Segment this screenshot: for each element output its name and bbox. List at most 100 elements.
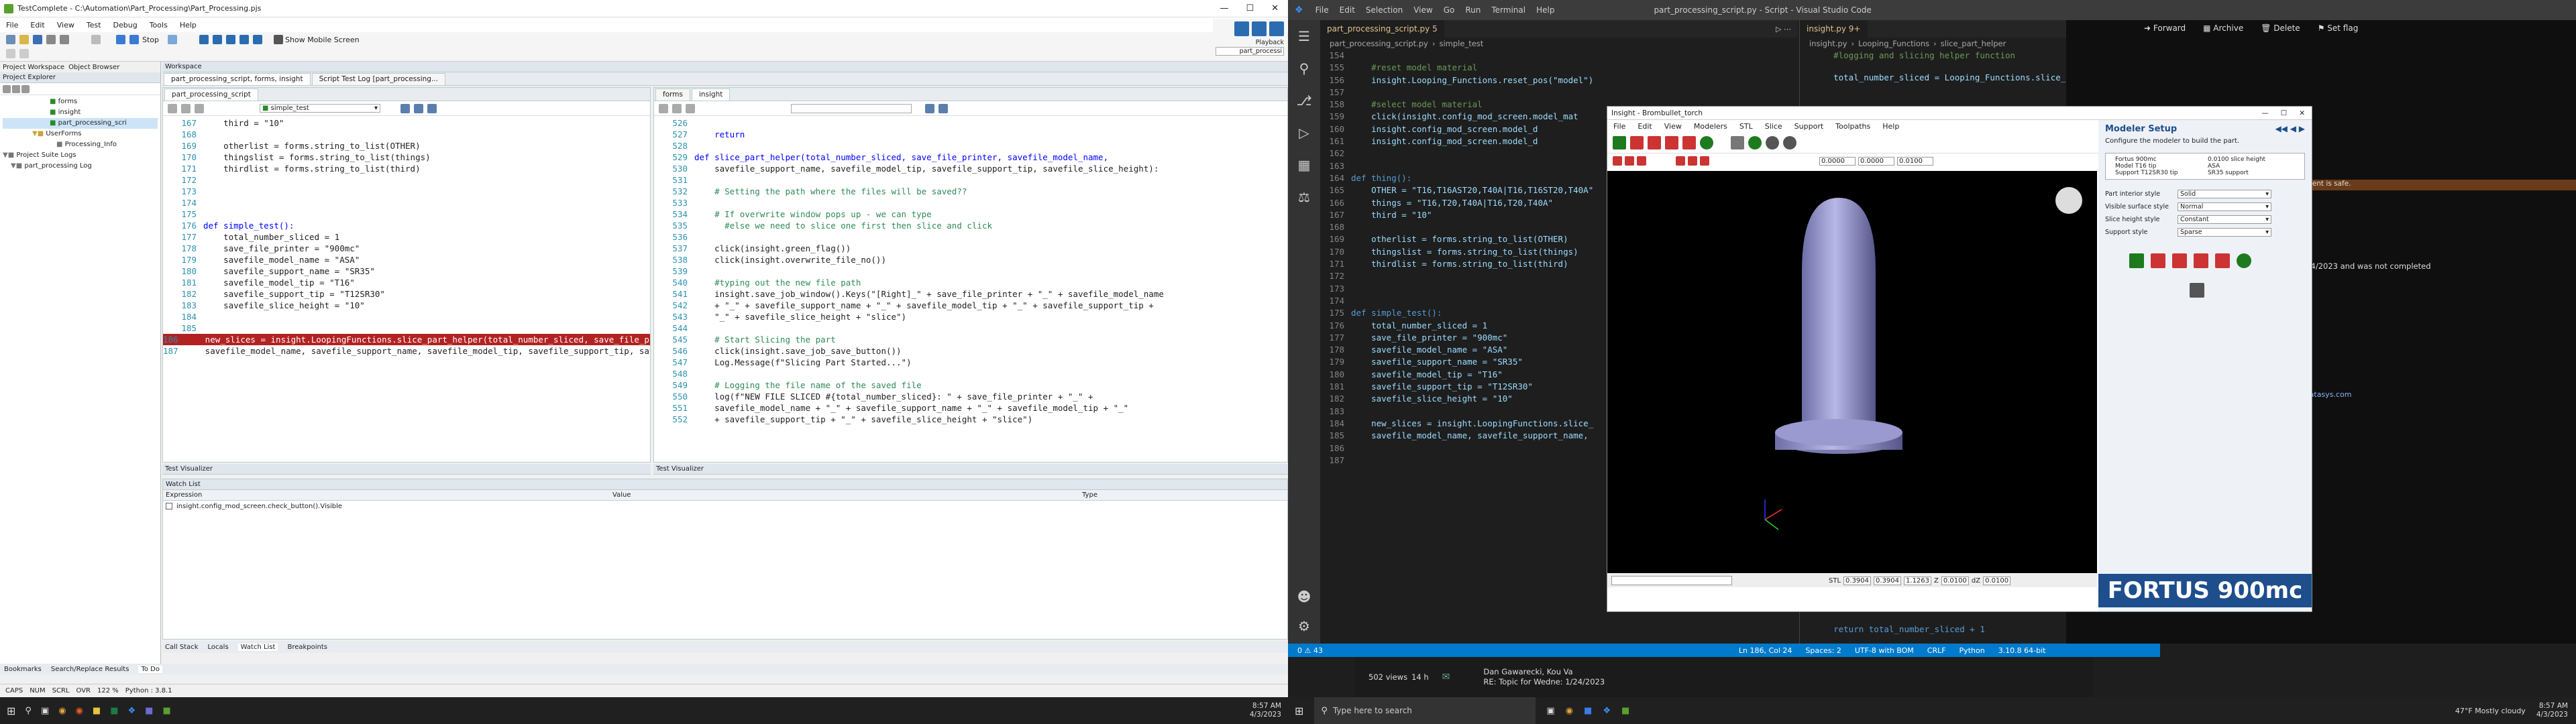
code-line[interactable]: 157 <box>1320 86 1798 99</box>
dz-value[interactable]: 0.0100 <box>1983 576 2011 585</box>
opt-select[interactable]: Solid ▾ <box>2178 190 2271 198</box>
playback-record-icon[interactable] <box>1234 21 1249 36</box>
status-language[interactable]: Python <box>1960 646 1985 655</box>
code-line[interactable]: 530 savefile_support_name, savefile_mode… <box>654 163 1287 174</box>
settings-gear-icon[interactable]: ⚙ <box>1288 611 1320 641</box>
green-flag-icon[interactable] <box>1613 135 1626 149</box>
step-into-icon[interactable] <box>213 35 223 44</box>
run-debug-icon[interactable]: ▷ <box>1288 117 1320 149</box>
chrome-icon[interactable]: ◉ <box>58 706 66 716</box>
opt-select[interactable]: Constant ▾ <box>2178 215 2271 224</box>
show-mobile-screen-button[interactable]: Show Mobile Screen <box>285 36 360 44</box>
menu-view[interactable]: View <box>51 21 80 29</box>
editor-tool-icon[interactable] <box>938 103 948 113</box>
task-view-icon[interactable]: ▣ <box>41 706 49 716</box>
code-line[interactable]: 177 total_number_sliced = 1 <box>163 231 650 243</box>
routine-dropdown-2[interactable] <box>791 103 912 113</box>
account-icon[interactable]: ☻ <box>1288 582 1320 611</box>
explorer-icon[interactable]: ☰ <box>1288 20 1320 52</box>
view-icon[interactable] <box>1748 135 1762 149</box>
pause-icon[interactable] <box>168 35 178 44</box>
code-line[interactable]: 545 # Start Slicing the part <box>654 334 1287 345</box>
menu-file[interactable]: File <box>0 21 24 29</box>
crumb-class[interactable]: Looping_Functions <box>1858 39 1929 48</box>
code-line[interactable]: 155 #reset model material <box>1320 62 1798 74</box>
tab-call-stack[interactable]: Call Stack <box>165 644 199 651</box>
code-line[interactable]: 541 insight.save_job_window().Keys("[Rig… <box>654 288 1287 300</box>
zoom-icon[interactable] <box>1783 135 1796 149</box>
clock-right[interactable]: 8:57 AM 4/3/2023 <box>2536 702 2576 719</box>
code-line[interactable]: 178 save_file_printer = "900mc" <box>163 243 650 254</box>
code-line[interactable]: 540 #typing out the new file path <box>654 277 1287 288</box>
ins-menu-help[interactable]: Help <box>1876 122 1905 131</box>
code-line[interactable]: 173 <box>163 186 650 197</box>
status-eol[interactable]: CRLF <box>1927 646 1946 655</box>
tab-forms[interactable]: forms <box>655 88 690 101</box>
layer-icon[interactable] <box>1613 156 1622 166</box>
ins-menu-stl[interactable]: STL <box>1733 122 1759 131</box>
mail-icon[interactable]: ✉ <box>1442 672 1450 682</box>
vs-menu-go[interactable]: Go <box>1438 5 1460 15</box>
editor-tool-icon[interactable] <box>181 103 191 113</box>
code-line[interactable]: 175 <box>163 208 650 220</box>
forward-button[interactable]: ➜ Forward <box>2144 23 2186 33</box>
code-line[interactable]: 527 return <box>654 129 1287 140</box>
vs-menu-selection[interactable]: Selection <box>1360 5 1408 15</box>
delete-button[interactable]: 🗑 Delete <box>2261 23 2300 33</box>
tab-locals[interactable]: Locals <box>208 644 229 651</box>
editor-tool-icon[interactable] <box>400 103 410 113</box>
clock-left[interactable]: 8:57 AM 4/3/2023 <box>1250 702 1288 719</box>
testing-icon[interactable]: ⚖ <box>1288 181 1320 213</box>
record-icon[interactable] <box>91 35 101 44</box>
code-line[interactable]: 154 <box>1320 50 1798 62</box>
z-value[interactable]: 0.0100 <box>1941 576 1969 585</box>
editor-tool-icon[interactable] <box>414 103 423 113</box>
layer-icon[interactable] <box>1625 156 1634 166</box>
tab-insight[interactable]: insight <box>691 88 731 101</box>
code-line[interactable]: 176 def simple_test(): <box>163 220 650 231</box>
playback-pause-icon[interactable] <box>1252 21 1267 36</box>
open-icon[interactable] <box>19 35 29 44</box>
windows-start-icon[interactable]: ⊞ <box>1295 705 1303 717</box>
tab-object-browser[interactable]: Object Browser <box>68 64 119 71</box>
code-line[interactable]: 184 <box>163 311 650 322</box>
editor-tool-icon[interactable] <box>659 103 668 113</box>
tab-watch-list[interactable]: Watch List <box>237 643 278 651</box>
explorer-tool-icon[interactable] <box>12 84 20 93</box>
code-line[interactable]: 172 <box>163 174 650 186</box>
tab-search-replace[interactable]: Search/Replace Results <box>51 666 129 673</box>
ins-menu-toolpaths[interactable]: Toolpaths <box>1829 122 1876 131</box>
save-icon[interactable] <box>1731 135 1744 149</box>
crumb-function[interactable]: slice_part_helper <box>1941 39 2006 48</box>
vscode-icon[interactable]: ❖ <box>128 706 136 716</box>
editor-tool-icon[interactable] <box>427 103 437 113</box>
archive-button[interactable]: ▦ Archive <box>2203 23 2243 33</box>
breakpoint-icon[interactable] <box>253 35 263 44</box>
layer-icon[interactable] <box>1676 156 1685 166</box>
tab-workspace-log[interactable]: Script Test Log [part_processing... <box>311 73 445 85</box>
code-line[interactable]: 168 <box>163 129 650 140</box>
run-python-icon[interactable]: ▷ ⋯ <box>1776 25 1798 34</box>
tree-item[interactable]: ▼■ part_processing Log <box>3 161 158 172</box>
layer-icon[interactable] <box>1700 156 1709 166</box>
editor-tool-icon[interactable] <box>925 103 934 113</box>
task-view-icon[interactable]: ▣ <box>1546 706 1554 716</box>
excel-icon[interactable]: ■ <box>110 706 118 716</box>
code-line[interactable]: 529 def slice_part_helper(total_number_sl… <box>654 152 1287 163</box>
vs-menu-help[interactable]: Help <box>1531 5 1560 15</box>
status-interpreter[interactable]: 3.10.8 64-bit <box>1998 646 2046 655</box>
menu-help[interactable]: Help <box>174 21 203 29</box>
tree-item[interactable]: ■ forms <box>3 97 158 107</box>
tab-part-processing-script-py[interactable]: part_processing_script.py 5 <box>1320 20 1444 38</box>
tab-insight-py[interactable]: insight.py 9+ <box>1800 20 1868 38</box>
vs-menu-terminal[interactable]: Terminal <box>1486 5 1531 15</box>
stop-label[interactable]: Stop <box>142 36 159 44</box>
maximize-icon[interactable]: ☐ <box>1246 3 1254 13</box>
vs-menu-file[interactable]: File <box>1310 5 1334 15</box>
code-line[interactable]: 539 <box>654 265 1287 277</box>
outlook-icon[interactable]: ■ <box>1584 706 1592 716</box>
tab-breakpoints[interactable]: Breakpoints <box>287 644 327 651</box>
code-line[interactable]: 187 savefile_model_name, savefile_suppor… <box>163 345 650 357</box>
routine-dropdown[interactable]: ■ simple_test ▾ <box>260 104 380 113</box>
close-icon[interactable]: ✕ <box>2299 109 2305 117</box>
